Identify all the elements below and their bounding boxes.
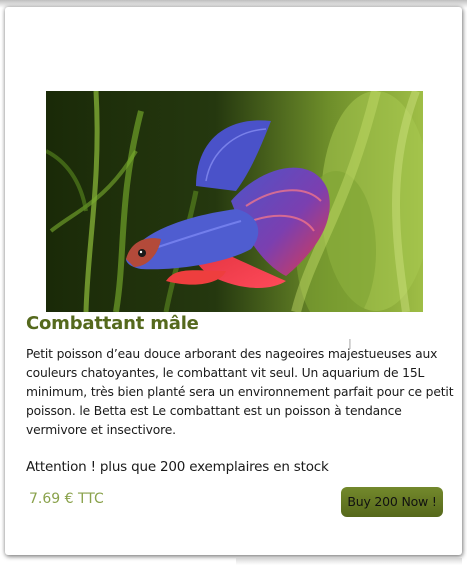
betta-fish-illustration xyxy=(46,91,423,312)
product-title: Combattant mâle xyxy=(26,313,199,334)
bottom-shadow xyxy=(236,558,462,565)
stock-notice: Attention ! plus que 200 exemplaires en … xyxy=(26,459,329,475)
price-label: 7.69 € TTC xyxy=(29,491,104,507)
page: Combattant mâle Petit poisson d’eau douc… xyxy=(0,0,467,565)
buy-button[interactable]: Buy 200 Now ! xyxy=(341,487,443,517)
product-image xyxy=(46,91,423,312)
product-description: Petit poisson d’eau douce arborant des n… xyxy=(26,347,454,437)
text-cursor-icon: Ι xyxy=(348,338,352,353)
